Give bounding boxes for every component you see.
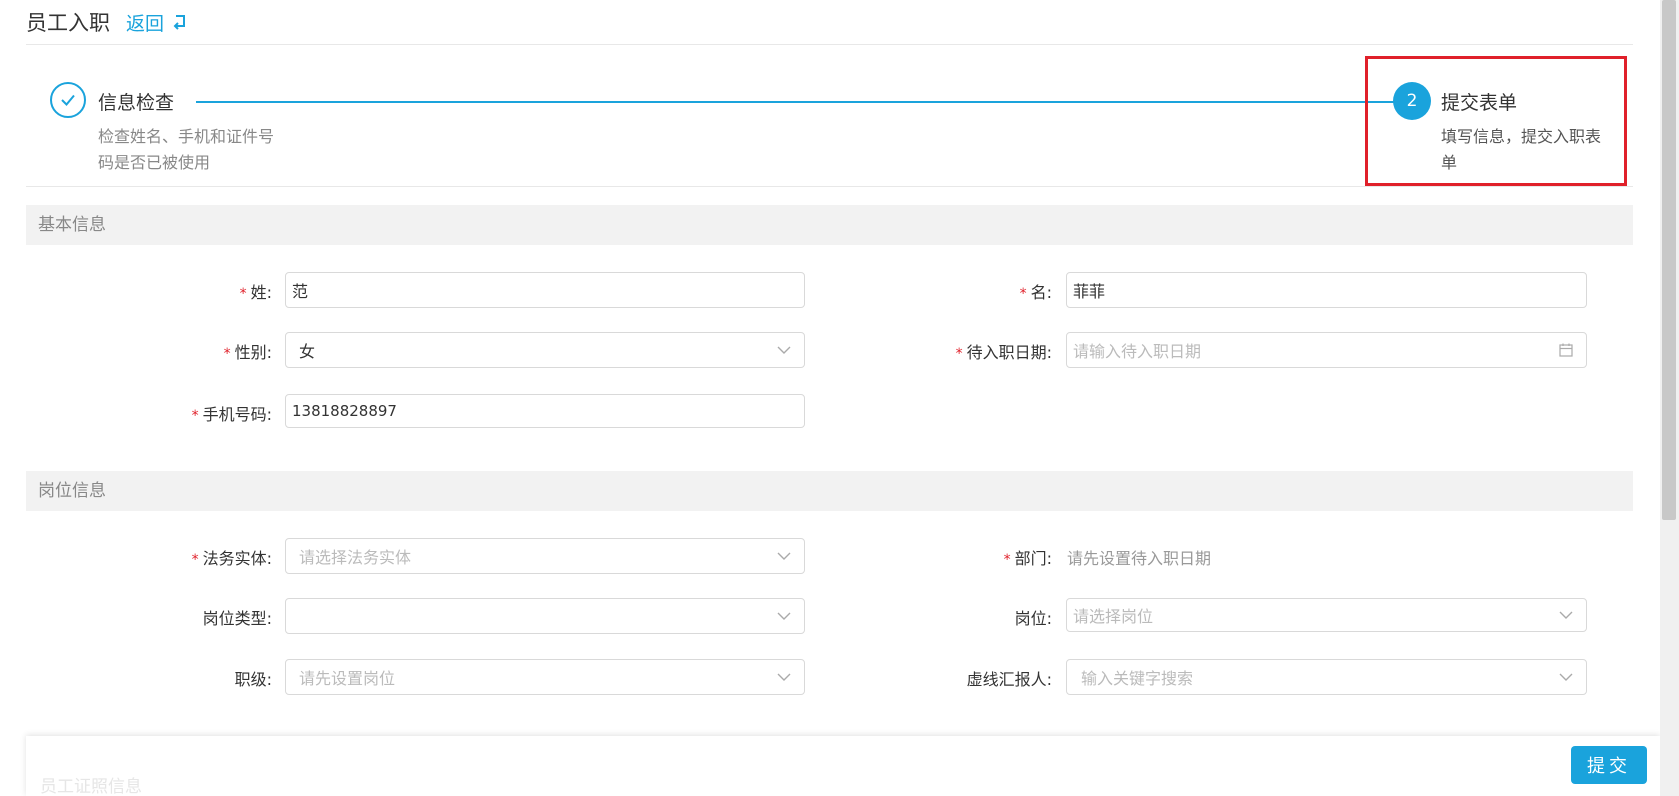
position-type-label: 岗位类型:: [202, 609, 272, 628]
calendar-icon: [1558, 342, 1574, 358]
position-label: 岗位:: [1014, 609, 1052, 628]
position-select[interactable]: 请选择岗位: [1066, 598, 1587, 632]
entry-date-picker[interactable]: 请输入待入职日期: [1066, 332, 1587, 368]
section-position-info: 岗位信息: [26, 471, 1633, 511]
submit-button[interactable]: 提交: [1571, 746, 1647, 784]
steps-divider: [26, 186, 1633, 187]
last-name-label: * 姓:: [239, 283, 272, 302]
phone-label: * 手机号码:: [191, 405, 272, 424]
department-hint: 请先设置待入职日期: [1067, 549, 1212, 568]
gender-label: * 性别:: [223, 343, 272, 362]
step-1-title: 信息检查: [98, 92, 175, 114]
position-type-select[interactable]: [285, 598, 805, 634]
chevron-down-icon: [776, 342, 792, 358]
last-name-input[interactable]: 范: [285, 272, 805, 308]
first-name-input[interactable]: 菲菲: [1066, 272, 1587, 308]
step-1-description: 检查姓名、手机和证件号码是否已被使用: [98, 127, 275, 172]
steps-bar: 信息检查 检查姓名、手机和证件号码是否已被使用 2 提交表单 填写信息，提交入职…: [26, 56, 1633, 186]
page-header: 员工入职 返回: [26, 6, 188, 38]
header-divider: [26, 44, 1633, 45]
step-2-highlight-box: [1365, 56, 1627, 186]
page-title: 员工入职: [26, 11, 110, 35]
chevron-down-icon: [776, 669, 792, 685]
chevron-down-icon: [776, 548, 792, 564]
back-link[interactable]: 返回: [126, 9, 188, 36]
scrollbar-thumb[interactable]: [1662, 0, 1676, 520]
legal-entity-select[interactable]: 请选择法务实体: [285, 538, 805, 574]
step-connector-line: [196, 101, 1400, 103]
phone-input[interactable]: 13818828897: [285, 394, 805, 428]
step-1-check-icon: [50, 82, 86, 118]
chevron-down-icon: [1558, 669, 1574, 685]
gender-select[interactable]: 女: [285, 332, 805, 368]
footer-bar: [26, 736, 1660, 796]
level-label: 职级:: [234, 670, 272, 689]
chevron-down-icon: [776, 608, 792, 624]
dotted-line-report-label: 虚线汇报人:: [966, 670, 1052, 689]
level-select[interactable]: 请先设置岗位: [285, 659, 805, 695]
dotted-line-report-select[interactable]: 输入关键字搜索: [1066, 659, 1587, 695]
back-label: 返回: [126, 12, 165, 35]
chevron-down-icon: [1558, 607, 1574, 623]
first-name-label: * 名:: [1019, 283, 1052, 302]
department-label: * 部门:: [1003, 549, 1052, 568]
footer-faded-section-title: 员工证照信息: [40, 777, 142, 796]
section-basic-info: 基本信息: [26, 205, 1633, 245]
return-arrow-icon: [173, 15, 186, 30]
onboarding-page: 员工入职 返回 信息检查 检查姓名、手机和证件号码是否已被使用 2 提交表单 填…: [0, 0, 1660, 796]
entry-date-label: * 待入职日期:: [955, 343, 1052, 362]
legal-entity-label: * 法务实体:: [191, 549, 272, 568]
